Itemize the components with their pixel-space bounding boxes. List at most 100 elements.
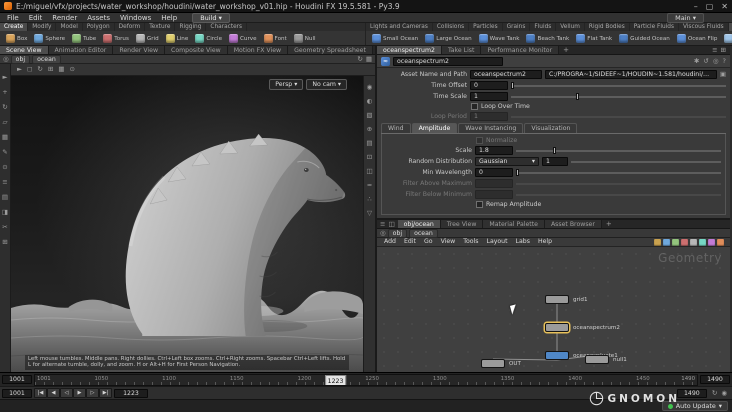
- shelf-tool[interactable]: Wave Tank: [476, 32, 523, 45]
- cut-tool-icon[interactable]: ✂: [0, 220, 11, 235]
- pane-tab[interactable]: Scene View: [0, 46, 49, 55]
- shelf-tool[interactable]: Box: [3, 32, 30, 45]
- pin-icon[interactable]: ◎: [713, 58, 719, 65]
- pane-tab[interactable]: Tree View: [441, 220, 484, 229]
- min-wavelength-field[interactable]: 0: [475, 168, 513, 177]
- target-icon[interactable]: ⊙: [0, 160, 11, 175]
- net-display-option-icon-2[interactable]: [663, 239, 670, 246]
- random-distribution-dropdown[interactable]: Gaussian▾: [475, 157, 539, 166]
- add-pane-icon[interactable]: ⊞: [0, 235, 11, 250]
- range-end-field[interactable]: 1490: [700, 375, 730, 384]
- pane-maximize-icon[interactable]: ⊞: [721, 47, 726, 54]
- edit-tool-icon[interactable]: ✎: [0, 145, 11, 160]
- shelf-tab[interactable]: Oceans: [729, 23, 732, 31]
- menu-item[interactable]: Windows: [115, 13, 156, 23]
- waves-display-icon[interactable]: ≈: [364, 178, 375, 192]
- loop-mode-icon[interactable]: ◉: [721, 390, 727, 397]
- persp-view-icon[interactable]: ◉: [364, 80, 375, 94]
- pane-tab[interactable]: Performance Monitor: [481, 46, 559, 55]
- play-reverse-button[interactable]: ◀: [47, 388, 60, 398]
- shade-mode-icon[interactable]: ◐: [364, 94, 375, 108]
- grid-toggle-icon[interactable]: ▤: [364, 136, 375, 150]
- rotate-tool-icon[interactable]: ↻: [0, 100, 11, 115]
- asset-path-field[interactable]: C:/PROGRA~1/SIDEEF~1/HOUDIN~1.581/houdin…: [545, 70, 717, 79]
- scale-tool-icon[interactable]: ▱: [0, 115, 11, 130]
- shelf-tool[interactable]: Tube: [69, 32, 99, 45]
- net-display-option-icon-8[interactable]: [717, 239, 724, 246]
- network-menu-item[interactable]: Go: [420, 237, 437, 247]
- view-expand-icon[interactable]: ⊞: [48, 66, 53, 73]
- node-out[interactable]: OUT: [481, 359, 505, 368]
- network-menu-item[interactable]: Add: [380, 237, 400, 247]
- pane-tab[interactable]: Material Palette: [483, 220, 545, 229]
- add-pane-tab-button[interactable]: +: [373, 46, 375, 54]
- shelf-tab[interactable]: Vellum: [556, 23, 585, 31]
- shelf-tab[interactable]: Viscous Fluids: [679, 23, 729, 31]
- take-selector[interactable]: Main ▾: [667, 13, 704, 23]
- view-focus-icon[interactable]: ⊙: [69, 66, 74, 73]
- shelf-tab[interactable]: Deform: [115, 23, 146, 31]
- node-oceanevaluate1[interactable]: oceanevaluate1: [545, 351, 569, 360]
- view-select-icon[interactable]: ►: [17, 66, 22, 73]
- menu-item[interactable]: Edit: [24, 13, 48, 23]
- net-display-option-icon-6[interactable]: [699, 239, 706, 246]
- shelf-tool[interactable]: Beach Tank: [523, 32, 572, 45]
- shelf-tab[interactable]: Particles: [469, 23, 502, 31]
- step-forward-button[interactable]: ▷: [86, 388, 99, 398]
- translate-tool-icon[interactable]: +: [0, 85, 11, 100]
- asset-name-field[interactable]: oceanspectrum2: [470, 70, 542, 79]
- shelf-tool[interactable]: Ocean Flip: [674, 32, 721, 45]
- select-tool-icon[interactable]: ►: [0, 70, 11, 85]
- viewport-canvas[interactable]: Persp ▾ No cam ▾ Left mouse tumbles. Mid…: [11, 76, 363, 372]
- shelf-tab[interactable]: Grains: [503, 23, 531, 31]
- minimize-button[interactable]: –: [694, 2, 698, 11]
- pane-tab[interactable]: Motion FX View: [228, 46, 288, 55]
- shelf-tab[interactable]: Lights and Cameras: [366, 23, 433, 31]
- wireframe-icon[interactable]: ▧: [364, 108, 375, 122]
- folder-tab[interactable]: Amplitude: [412, 123, 458, 133]
- network-list-icon[interactable]: ≡: [380, 221, 385, 228]
- shelf-tool[interactable]: Circle: [192, 32, 225, 45]
- time-scale-field[interactable]: 1: [470, 92, 508, 101]
- shelf-tab[interactable]: Collisions: [433, 23, 469, 31]
- random-seed-slider[interactable]: [571, 157, 721, 166]
- current-frame-field[interactable]: 1223: [114, 389, 148, 398]
- network-graph[interactable]: Geometry grid1 oceanspectrum2: [377, 247, 730, 372]
- help-icon[interactable]: ?: [723, 58, 726, 65]
- shelf-tool[interactable]: Curve: [226, 32, 260, 45]
- net-display-option-icon-7[interactable]: [708, 239, 715, 246]
- lighting-icon[interactable]: ⊕: [364, 122, 375, 136]
- view-rotate-icon[interactable]: ↻: [37, 66, 42, 73]
- points-display-icon[interactable]: ∴: [364, 192, 375, 206]
- realtime-toggle-icon[interactable]: ↻: [712, 390, 717, 397]
- pane-tab[interactable]: Asset Browser: [545, 220, 602, 229]
- view-box-icon[interactable]: ◻: [27, 66, 32, 73]
- close-button[interactable]: ✕: [721, 2, 728, 11]
- current-frame-marker[interactable]: 1223: [325, 375, 347, 386]
- pane-tab[interactable]: Geometry Spreadsheet: [288, 46, 373, 55]
- net-display-option-icon-1[interactable]: [654, 239, 661, 246]
- global-start-field[interactable]: 1001: [2, 389, 32, 398]
- snapshot-icon[interactable]: ▦: [366, 56, 372, 63]
- folder-tab[interactable]: Visualization: [524, 123, 577, 133]
- menu-item[interactable]: Render: [47, 13, 82, 23]
- pane-tab[interactable]: Render View: [113, 46, 165, 55]
- random-seed-field[interactable]: 1: [542, 157, 568, 166]
- add-pane-tab-button[interactable]: +: [602, 220, 616, 228]
- pane-tab[interactable]: obj/ocean: [398, 220, 441, 229]
- network-split-icon[interactable]: ◫: [388, 221, 394, 228]
- scale-field[interactable]: 1.8: [475, 146, 513, 155]
- pin-icon[interactable]: ◎: [3, 56, 9, 63]
- menu-item[interactable]: Help: [156, 13, 182, 23]
- shelf-tool[interactable]: Guided Ocean: [616, 32, 673, 45]
- time-scale-slider[interactable]: [511, 92, 726, 101]
- view-grid-icon[interactable]: ▦: [58, 66, 64, 73]
- folder-tab[interactable]: Wind: [381, 123, 411, 133]
- shelf-tab[interactable]: Texture: [145, 23, 175, 31]
- spreadsheet-icon[interactable]: ▤: [0, 190, 11, 205]
- network-menu-item[interactable]: Tools: [459, 237, 482, 247]
- timeline-ruler[interactable]: 1001 1490 1223 1050110011501200125013001…: [34, 374, 698, 386]
- shelf-tab[interactable]: Fluids: [530, 23, 556, 31]
- time-offset-field[interactable]: 0: [470, 81, 508, 90]
- path-segment[interactable]: obj: [11, 55, 30, 64]
